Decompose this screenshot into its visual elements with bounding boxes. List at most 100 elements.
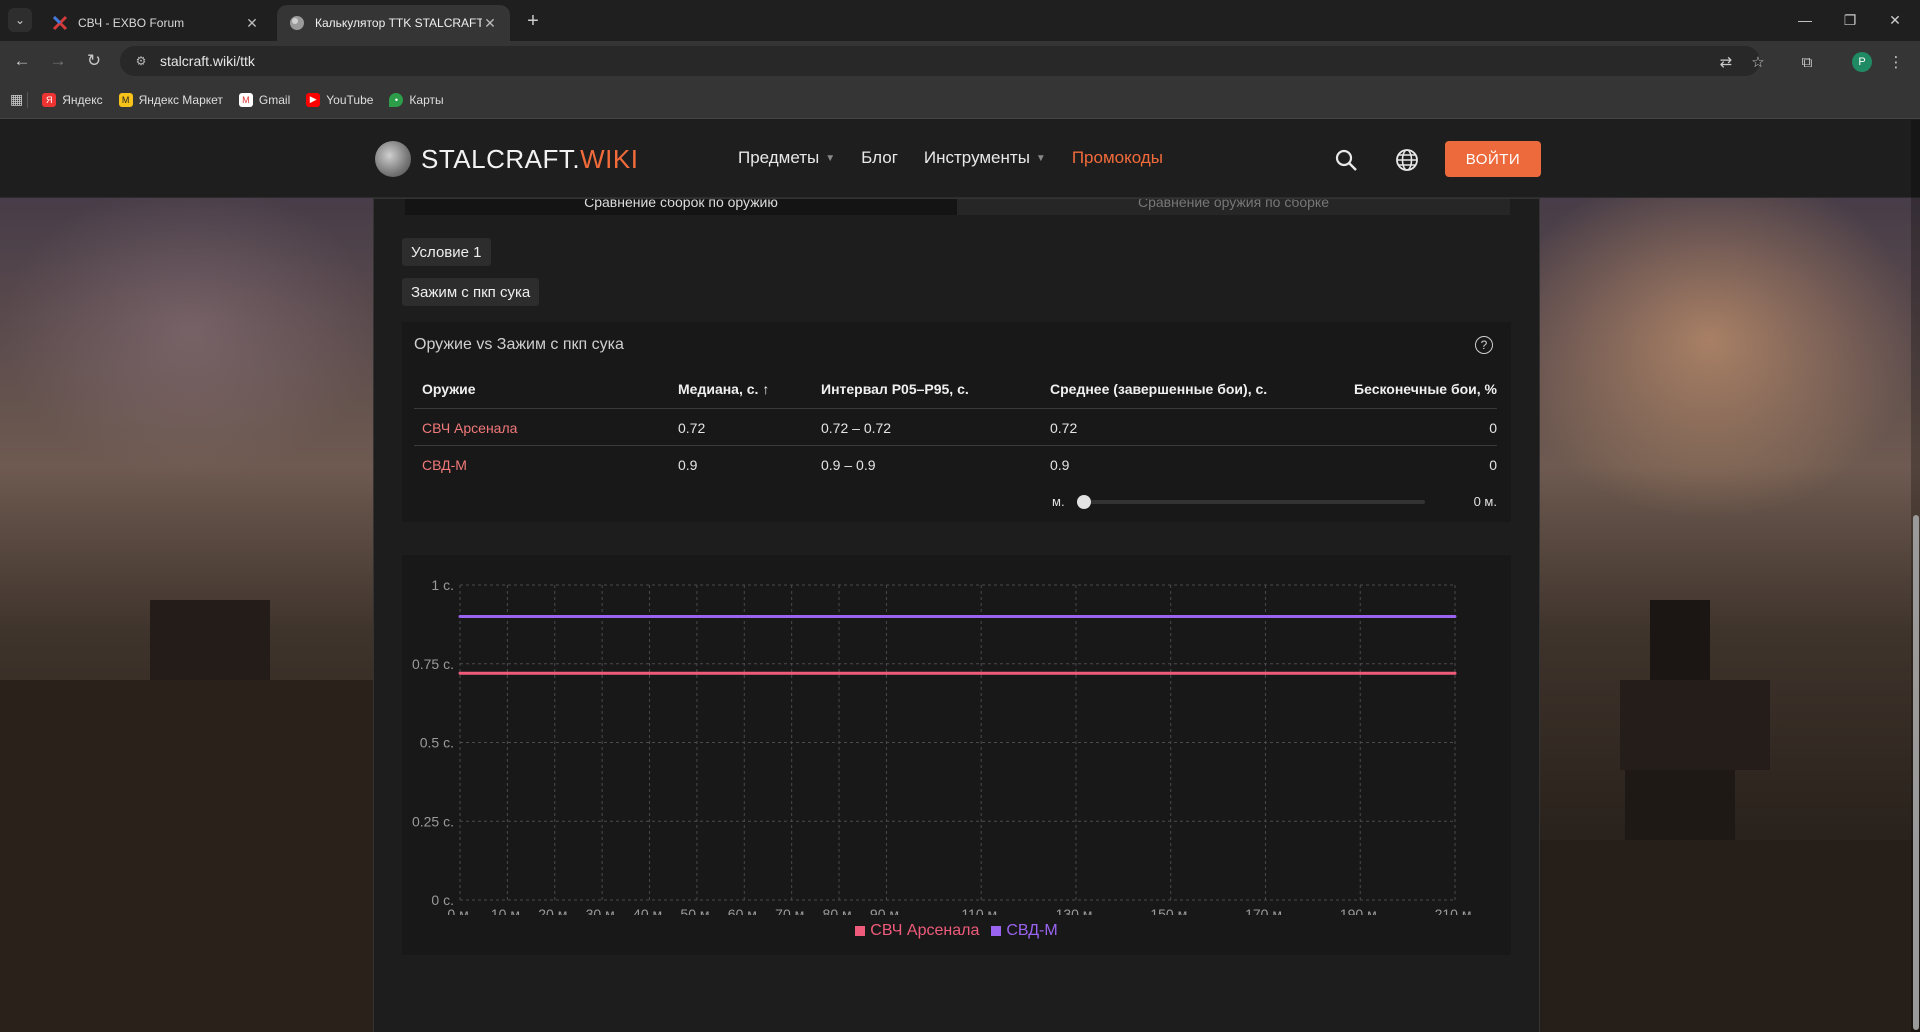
- row-2-median: 0.9: [678, 457, 698, 473]
- x-tick-label: 50 м.: [680, 906, 713, 915]
- data-point: [1263, 615, 1267, 618]
- chevron-down-icon: ▼: [825, 152, 836, 164]
- data-point: [695, 615, 699, 618]
- close-window-icon[interactable]: ✕: [1875, 6, 1915, 34]
- site-logo[interactable]: STALCRAFT. WIKI: [375, 141, 638, 177]
- close-tab-icon[interactable]: ✕: [482, 15, 498, 32]
- language-globe-icon[interactable]: [1393, 146, 1421, 174]
- row-1-weapon-link[interactable]: СВЧ Арсенала: [422, 420, 517, 436]
- x-tick-label: 10 м.: [491, 906, 524, 915]
- site-header: STALCRAFT. WIKI Предметы ▼ Блог Инструмент…: [0, 120, 1920, 198]
- data-point: [600, 615, 604, 618]
- bookmark-gmail[interactable]: M Gmail: [238, 92, 290, 107]
- legend-swatch: [855, 926, 866, 936]
- maps-pin-icon: •: [389, 92, 404, 107]
- header-mean[interactable]: Среднее (завершенные бои), с.: [1050, 381, 1267, 397]
- data-point: [1074, 671, 1078, 675]
- back-icon[interactable]: ←: [8, 47, 36, 75]
- logo-emblem-icon: [375, 141, 411, 177]
- bookmark-youtube[interactable]: ▶ YouTube: [306, 92, 374, 107]
- legend-swatch: [991, 926, 1002, 936]
- results-table-panel: Оружие vs Зажим с пкп сука ? Оружие Меди…: [402, 322, 1511, 522]
- x-tick-label: 0 м.: [447, 906, 472, 915]
- bookmark-label: Карты: [409, 92, 444, 107]
- row-2-interval: 0.9 – 0.9: [821, 457, 876, 473]
- new-tab-icon[interactable]: +: [520, 8, 546, 34]
- nav-items[interactable]: Предметы ▼: [738, 148, 835, 168]
- x-tick-label: 150 м.: [1150, 906, 1191, 915]
- background-sunset: [1500, 160, 1920, 520]
- table-title: Оружие vs Зажим с пкп сука: [414, 336, 624, 353]
- nav-blog[interactable]: Блог: [861, 148, 898, 168]
- bookmark-label: Яндекс: [62, 92, 103, 107]
- login-button[interactable]: ВОЙТИ: [1445, 141, 1541, 177]
- bookmark-star-icon[interactable]: ☆: [1746, 50, 1770, 74]
- site-info-icon[interactable]: ⚙: [132, 52, 150, 70]
- preset-chip[interactable]: Зажим с пкп сука: [402, 278, 540, 306]
- distance-slider-thumb[interactable]: [1077, 495, 1091, 509]
- condition-chip[interactable]: Условие 1: [402, 238, 491, 266]
- data-point: [979, 671, 983, 675]
- distance-min-label: м.: [1052, 494, 1065, 509]
- bookmark-yandex[interactable]: Я Яндекс: [42, 92, 103, 107]
- distance-value-label: 0 м.: [1473, 494, 1497, 509]
- menu-kebab-icon[interactable]: ⋮: [1884, 50, 1908, 74]
- distance-slider-track[interactable]: [1085, 500, 1425, 504]
- apps-grid-icon[interactable]: ▦: [10, 91, 23, 108]
- row-2-weapon-link[interactable]: СВД-М: [422, 457, 467, 473]
- logo-text: STALCRAFT.: [421, 143, 581, 174]
- data-point: [1358, 615, 1362, 618]
- help-icon[interactable]: ?: [1475, 336, 1493, 354]
- legend-item-svch[interactable]: СВЧ Арсенала: [855, 922, 979, 940]
- browser-tab-forum[interactable]: СВЧ - EXBO Forum ✕: [40, 5, 272, 41]
- data-point: [1263, 671, 1267, 675]
- x-tick-label: 170 м.: [1245, 906, 1286, 915]
- nav-promocodes[interactable]: Промокоды: [1072, 148, 1163, 168]
- exbo-favicon-icon: [52, 15, 68, 31]
- ttk-chart-panel: 0 с. 0.25 с. 0.5 с. 0.75 с. 1 с. 0 м. 10 м. 20 …: [402, 555, 1511, 955]
- bookmark-maps[interactable]: • Карты: [389, 92, 444, 107]
- header-weapon[interactable]: Оружие: [422, 381, 476, 397]
- yandex-icon: Я: [42, 92, 57, 107]
- legend-item-svd[interactable]: СВД-М: [991, 922, 1058, 940]
- page-viewport: STALCRAFT. WIKI Предметы ▼ Блог Инструмент…: [0, 120, 1920, 1032]
- tab-title: Калькулятор TTK STALCRAFT: X: [315, 16, 482, 30]
- search-icon[interactable]: [1332, 146, 1360, 174]
- row-divider: [414, 445, 1497, 446]
- row-2-mean: 0.9: [1050, 457, 1070, 473]
- header-median[interactable]: Медиана, с. ↑: [678, 381, 769, 397]
- x-tick-label: 90 м.: [870, 906, 903, 915]
- row-1-infinite: 0: [1489, 420, 1497, 436]
- bookmark-label: Яндекс Маркет: [138, 92, 223, 107]
- browser-tab-ttk[interactable]: Калькулятор TTK STALCRAFT: X ✕: [277, 5, 510, 41]
- reload-icon[interactable]: ↻: [80, 47, 108, 75]
- close-tab-icon[interactable]: ✕: [244, 15, 260, 32]
- yandex-market-icon: М: [118, 92, 133, 107]
- page-scrollbar-thumb[interactable]: [1913, 515, 1919, 1030]
- bookmarks-bar: ▦ Я Яндекс М Яндекс Маркет M Gmail ▶ YouTube…: [0, 81, 1920, 119]
- bookmark-label: YouTube: [326, 92, 374, 107]
- nav-tools[interactable]: Инструменты ▼: [924, 148, 1046, 168]
- bookmark-yandex-market[interactable]: М Яндекс Маркет: [118, 92, 223, 107]
- y-tick-label: 0.75 с.: [412, 656, 454, 672]
- minimize-icon[interactable]: —: [1785, 6, 1825, 34]
- tab-compare-builds[interactable]: Сравнение сборок по оружию: [405, 199, 957, 215]
- data-point: [505, 671, 509, 675]
- chart-legend: СВЧ Арсенала СВД-М: [402, 922, 1511, 940]
- extensions-icon[interactable]: ⧉: [1795, 50, 1819, 74]
- restore-icon[interactable]: ❐: [1830, 6, 1870, 34]
- header-infinite[interactable]: Бесконечные бои, %: [1292, 381, 1497, 397]
- x-tick-label: 60 м.: [728, 906, 761, 915]
- forward-icon[interactable]: →: [44, 47, 72, 75]
- data-point: [790, 615, 794, 618]
- gmail-icon: M: [238, 92, 253, 107]
- translate-icon[interactable]: ⇄: [1714, 50, 1738, 74]
- x-tick-label: 210 м.: [1435, 906, 1476, 915]
- profile-avatar[interactable]: P: [1852, 52, 1872, 72]
- tab-search-icon[interactable]: ⌄: [8, 8, 32, 32]
- nav-label: Предметы: [738, 148, 820, 167]
- header-interval[interactable]: Интервал P05–P95, с.: [821, 381, 969, 397]
- tab-compare-weapons[interactable]: Сравнение оружия по сборке: [957, 199, 1510, 215]
- address-bar[interactable]: ⚙ stalcraft.wiki/ttk: [120, 46, 1760, 76]
- background-ground-right: [1540, 840, 1920, 1032]
